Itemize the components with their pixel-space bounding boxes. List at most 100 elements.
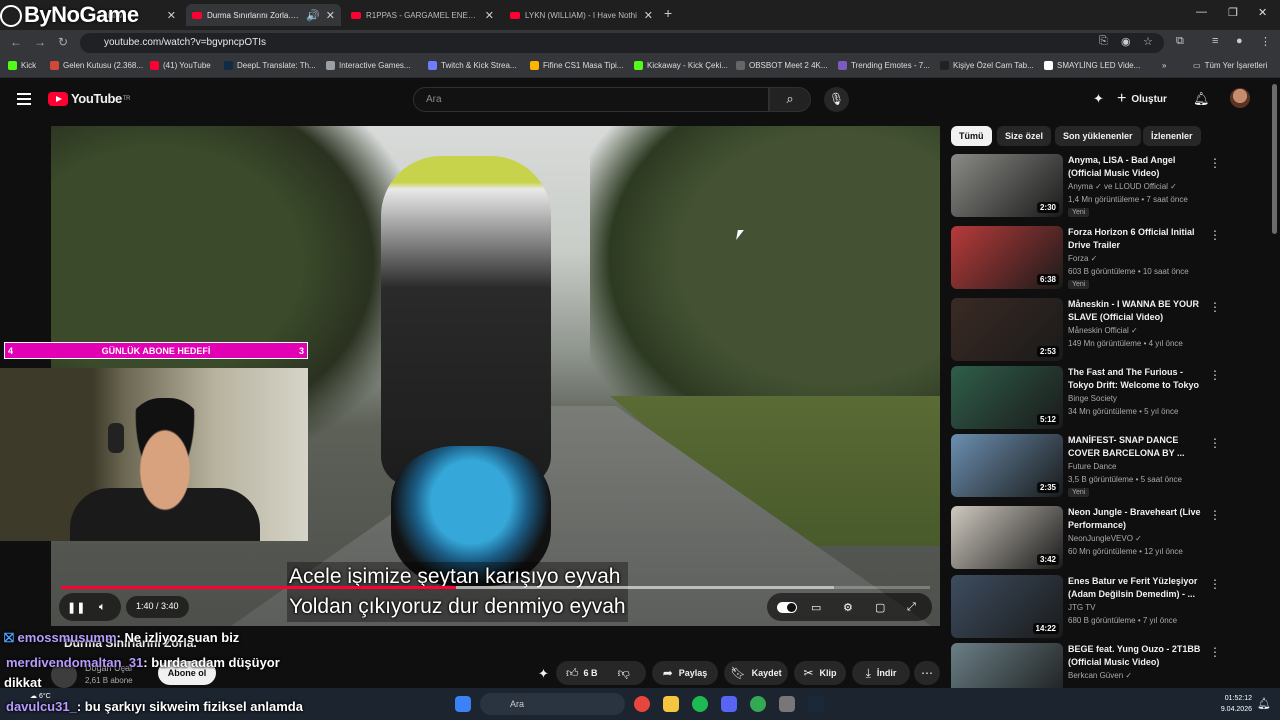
recommendation-channel[interactable]: Binge Society: [1068, 394, 1117, 403]
youtube-logo[interactable]: YouTube TR: [48, 91, 131, 106]
more-actions-button[interactable]: ⋯: [914, 661, 940, 685]
cast-icon[interactable]: ✦: [1093, 91, 1104, 107]
obs-icon[interactable]: [779, 696, 795, 712]
browser-tab[interactable]: R1PPAS - GARGAMEL ENES 👌 ✕: [345, 4, 500, 26]
discord-icon[interactable]: [721, 696, 737, 712]
more-vertical-icon[interactable]: ⋮: [1209, 368, 1221, 382]
close-icon[interactable]: ✕: [644, 9, 653, 22]
account-avatar[interactable]: [1230, 88, 1250, 108]
bookmark-item[interactable]: OBSBOT Meet 2 4K...: [736, 61, 828, 70]
recommendation-channel[interactable]: Anyma ✓ ve LLOUD Official ✓: [1068, 182, 1177, 191]
speaker-icon[interactable]: 🔊: [306, 9, 320, 22]
captions-icon[interactable]: ▭: [811, 601, 821, 614]
recommendation-item[interactable]: 6:38 Forza Horizon 6 Official Initial Dri…: [951, 226, 1256, 292]
settings-gear-icon[interactable]: ⚙: [843, 601, 853, 614]
close-icon[interactable]: ✕: [326, 9, 335, 22]
autoplay-toggle[interactable]: [777, 602, 797, 613]
chrome-profile-icon[interactable]: [750, 696, 766, 712]
pause-icon[interactable]: ❚❚: [67, 601, 85, 614]
install-app-icon[interactable]: ⎘: [1099, 35, 1108, 48]
bookmark-star-icon[interactable]: ☆: [1143, 35, 1153, 48]
video-thumbnail[interactable]: 6:38: [951, 226, 1063, 289]
chrome-icon[interactable]: [634, 696, 650, 712]
recommendation-item[interactable]: 14:22 Enes Batur ve Ferit Yüzleşiyor (Ada…: [951, 575, 1256, 641]
recommendation-item[interactable]: 5:12 The Fast and The Furious - Tokyo Dri…: [951, 366, 1256, 432]
seek-bar[interactable]: [61, 586, 930, 589]
recommendation-title[interactable]: Måneskin - I WANNA BE YOUR SLAVE (Offici…: [1068, 298, 1208, 324]
share-button[interactable]: ➦ Paylaş: [652, 661, 718, 685]
windows-start-icon[interactable]: [455, 696, 471, 712]
create-button[interactable]: + Oluştur: [1117, 88, 1167, 110]
page-scrollbar[interactable]: [1272, 84, 1277, 234]
video-thumbnail[interactable]: 2:53: [951, 298, 1063, 361]
more-vertical-icon[interactable]: ⋮: [1209, 228, 1221, 242]
recommendation-item[interactable]: 3:42 Neon Jungle - Braveheart (Live Perfo…: [951, 506, 1256, 572]
bookmark-item[interactable]: Kick: [8, 61, 36, 70]
recommendation-item[interactable]: 2:35 MANİFEST- SNAP DANCE COVER BARCELONA…: [951, 434, 1256, 500]
steam-icon[interactable]: [808, 696, 824, 712]
bookmark-item[interactable]: Kişiye Özel Cam Tab...: [940, 61, 1034, 70]
theater-mode-icon[interactable]: ▢: [875, 601, 885, 614]
recommendation-channel[interactable]: NeonJungleVEVO ✓: [1068, 534, 1142, 543]
system-clock[interactable]: 01:52:12 9.04.2026: [1208, 693, 1252, 715]
video-thumbnail[interactable]: 3:42: [951, 506, 1063, 569]
chip-all[interactable]: Tümü: [951, 126, 992, 146]
ask-ai-icon[interactable]: ✦: [538, 666, 549, 682]
chip-for-you[interactable]: Size özel: [997, 126, 1052, 146]
bookmark-item[interactable]: DeepL Translate: Th...: [224, 61, 316, 70]
minimize-icon[interactable]: —: [1196, 6, 1207, 18]
menu-kebab-icon[interactable]: ⋮: [1260, 35, 1271, 48]
search-button[interactable]: ⌕: [769, 87, 811, 112]
new-tab-icon[interactable]: +: [664, 5, 672, 21]
bookmark-item[interactable]: Gelen Kutusu (2.368...: [50, 61, 143, 70]
media-control-icon[interactable]: ≡: [1212, 35, 1218, 47]
reload-icon[interactable]: ↻: [58, 35, 68, 49]
save-button[interactable]: 🔖︎ Kaydet: [724, 661, 788, 685]
bookmark-item[interactable]: Kickaway - Kick Çeki...: [634, 61, 728, 70]
video-thumbnail[interactable]: 2:30: [951, 154, 1063, 217]
recommendation-title[interactable]: Forza Horizon 6 Official Initial Drive T…: [1068, 226, 1208, 252]
address-bar[interactable]: youtube.com/watch?v=bgvpncpOTIs: [80, 33, 1164, 53]
bookmark-item[interactable]: Twitch & Kick Strea...: [428, 61, 517, 70]
recommendation-title[interactable]: MANİFEST- SNAP DANCE COVER BARCELONA BY …: [1068, 434, 1208, 460]
taskbar-search[interactable]: Ara: [480, 693, 625, 715]
notifications-bell-icon[interactable]: 🔔︎: [1193, 91, 1210, 107]
bookmark-item[interactable]: (41) YouTube: [150, 61, 211, 70]
maximize-icon[interactable]: ❐: [1228, 6, 1238, 19]
more-vertical-icon[interactable]: ⋮: [1209, 645, 1221, 659]
recommendation-item[interactable]: 2:30 Anyma, LISA - Bad Angel (Official Mu…: [951, 154, 1256, 220]
extensions-icon[interactable]: ⧉: [1176, 35, 1184, 48]
recommendation-channel[interactable]: Forza ✓: [1068, 254, 1097, 263]
hamburger-menu-icon[interactable]: [17, 93, 31, 105]
recommendation-item[interactable]: 2:53 Måneskin - I WANNA BE YOUR SLAVE (Of…: [951, 298, 1256, 364]
voice-search-button[interactable]: 🎙: [824, 87, 849, 112]
recommendation-channel[interactable]: Future Dance: [1068, 462, 1116, 471]
bookmark-item[interactable]: Fifine CS1 Masa Tipi...: [530, 61, 623, 70]
recommendation-channel[interactable]: Berkcan Güven ✓: [1068, 671, 1132, 680]
more-vertical-icon[interactable]: ⋮: [1209, 577, 1221, 591]
browser-tab-active[interactable]: Durma Sınırlarını Zorla. - Yo 🔊 ✕: [186, 4, 341, 26]
forward-icon[interactable]: →: [34, 35, 46, 49]
video-thumbnail[interactable]: 14:22: [951, 575, 1063, 638]
recommendation-title[interactable]: The Fast and The Furious - Tokyo Drift: …: [1068, 366, 1208, 392]
file-explorer-icon[interactable]: [663, 696, 679, 712]
notification-bell-icon[interactable]: 🔔︎: [1257, 697, 1271, 710]
recommendation-title[interactable]: Enes Batur ve Ferit Yüzleşiyor (Adam Değ…: [1068, 575, 1208, 601]
video-thumbnail[interactable]: 5:12: [951, 366, 1063, 429]
more-vertical-icon[interactable]: ⋮: [1209, 436, 1221, 450]
search-input[interactable]: Ara: [413, 87, 769, 112]
chip-watched[interactable]: İzlenenler: [1143, 126, 1201, 146]
bookmark-item[interactable]: Trending Emotes - 7...: [838, 61, 930, 70]
all-bookmarks-folder[interactable]: ▭ Tüm Yer İşaretleri: [1193, 61, 1267, 70]
close-icon[interactable]: ✕: [167, 9, 176, 22]
recommendation-channel[interactable]: Måneskin Official ✓: [1068, 326, 1138, 335]
thumbs-down-icon[interactable]: 👎︎: [618, 666, 630, 681]
back-icon[interactable]: ←: [10, 35, 22, 49]
eye-off-icon[interactable]: ◉: [1121, 35, 1131, 48]
spotify-icon[interactable]: [692, 696, 708, 712]
chip-recently-uploaded[interactable]: Son yüklenenler: [1055, 126, 1141, 146]
close-icon[interactable]: ✕: [485, 9, 494, 22]
window-close-icon[interactable]: ✕: [1258, 6, 1267, 19]
recommendation-channel[interactable]: JTG TV: [1068, 603, 1095, 612]
video-thumbnail[interactable]: 2:35: [951, 434, 1063, 497]
